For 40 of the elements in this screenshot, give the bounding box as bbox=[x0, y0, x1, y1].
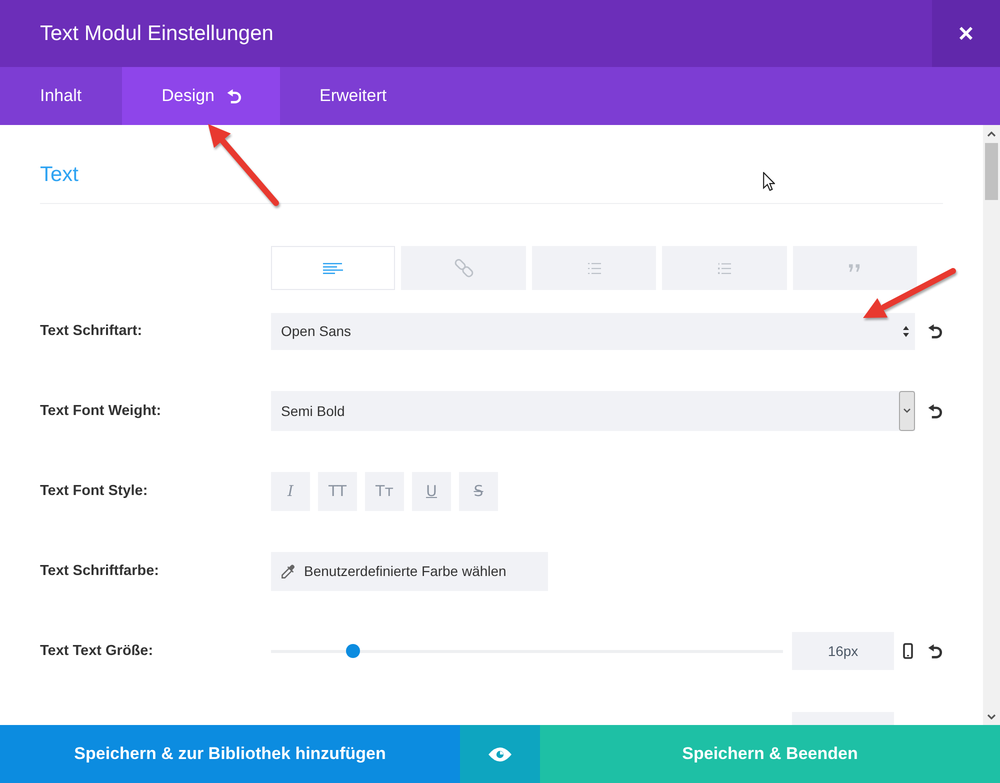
color-picker-button[interactable]: Benutzerdefinierte Farbe wählen bbox=[271, 552, 548, 590]
dialog-title: Text Modul Einstellungen bbox=[39, 22, 274, 46]
reset-icon[interactable] bbox=[928, 324, 943, 338]
font-select[interactable]: Open Sans bbox=[271, 312, 915, 350]
tab[interactable]: Erweitert bbox=[280, 67, 427, 125]
scrollbar-thumb[interactable] bbox=[985, 143, 998, 200]
caret-up-icon[interactable] bbox=[987, 130, 996, 136]
eyedropper-icon bbox=[281, 564, 296, 578]
text-lines-icon bbox=[323, 262, 344, 274]
chain-link-icon bbox=[454, 258, 474, 278]
weight-select[interactable]: Semi Bold bbox=[271, 391, 915, 431]
section-title: Text bbox=[40, 162, 79, 188]
uppercase-button[interactable]: TT bbox=[318, 472, 357, 510]
setting-label: Text Font Weight: bbox=[40, 403, 162, 419]
setting-label: Text Schriftart: bbox=[40, 323, 144, 339]
tab[interactable]: Design bbox=[122, 67, 280, 125]
italic-button[interactable]: I bbox=[271, 472, 310, 510]
bullet-list-icon bbox=[588, 262, 601, 274]
small-caps-button[interactable]: Tᴛ bbox=[365, 472, 404, 510]
value-field[interactable]: 16px bbox=[792, 632, 894, 670]
caret-down-icon[interactable] bbox=[987, 714, 996, 720]
close-button[interactable]: × bbox=[932, 0, 1000, 67]
setting-label: Text Schriftfarbe: bbox=[40, 563, 160, 579]
numbered-list-icon bbox=[718, 262, 731, 274]
quote-icon bbox=[849, 264, 860, 272]
underline-button[interactable]: U bbox=[412, 472, 451, 510]
phone-icon[interactable] bbox=[903, 643, 913, 659]
eye-icon bbox=[488, 746, 512, 762]
strikethrough-button[interactable]: S bbox=[459, 472, 498, 510]
mouse-pointer-icon bbox=[763, 172, 775, 191]
reset-icon[interactable] bbox=[928, 644, 943, 658]
setting-label: Text Text Größe: bbox=[40, 643, 154, 659]
scrollbar[interactable] bbox=[983, 125, 1000, 725]
preview-button[interactable] bbox=[460, 725, 540, 783]
tab[interactable]: Inhalt bbox=[0, 67, 122, 125]
sort-arrows-icon bbox=[903, 326, 909, 336]
setting-label: Text Font Style: bbox=[40, 483, 149, 499]
slider-handle[interactable] bbox=[346, 644, 360, 658]
save-to-library-button[interactable]: Speichern & zur Bibliothek hinzufügen bbox=[0, 725, 460, 783]
reset-icon[interactable] bbox=[928, 404, 943, 418]
